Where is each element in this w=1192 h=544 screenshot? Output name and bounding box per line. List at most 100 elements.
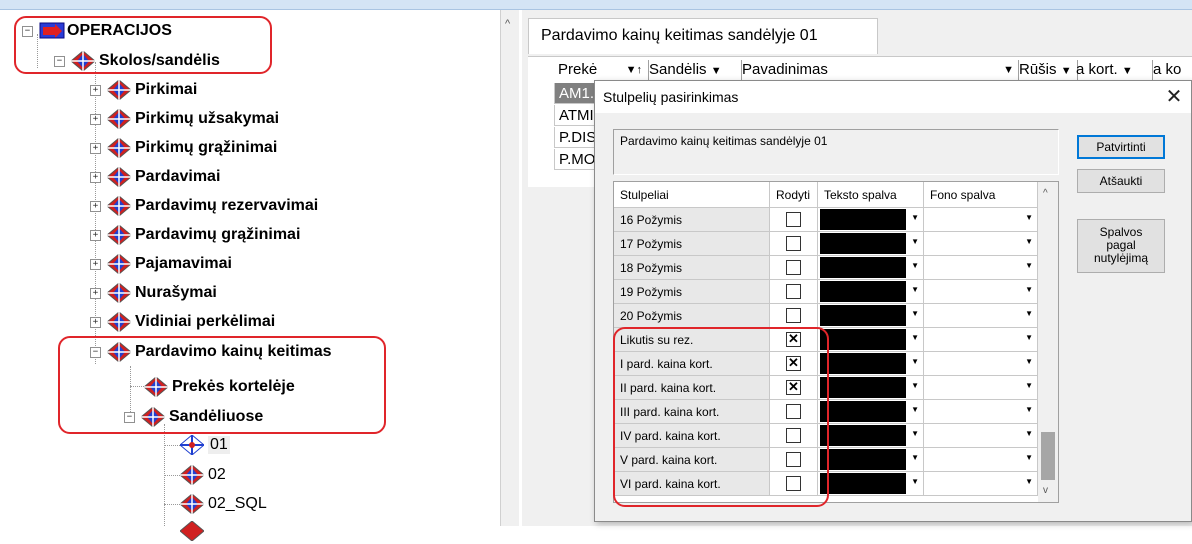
column-row[interactable]: 16 Požymis ▼ ▼	[614, 208, 1038, 232]
scroll-thumb[interactable]	[1041, 432, 1055, 480]
background-color-select[interactable]: ▼	[924, 400, 1038, 424]
dropdown-arrow-icon[interactable]: ▼	[1025, 357, 1033, 366]
text-color-select[interactable]: ▼	[818, 232, 924, 256]
dropdown-arrow-icon[interactable]: ▼	[911, 285, 919, 294]
text-color-select[interactable]: ▼	[818, 352, 924, 376]
column-row[interactable]: 19 Požymis ▼ ▼	[614, 280, 1038, 304]
scroll-up-icon[interactable]: ^	[1043, 188, 1048, 199]
background-color-select[interactable]: ▼	[924, 448, 1038, 472]
operations-tree[interactable]: − OPERACIJOS − Skolos/sandėlis + Pirkima…	[0, 10, 501, 541]
tree-node-01[interactable]: 01	[180, 432, 230, 458]
dropdown-arrow-icon[interactable]: ▼	[911, 309, 919, 318]
background-color-select[interactable]: ▼	[924, 328, 1038, 352]
tree-node-pirkimai[interactable]: + Pirkimai	[90, 77, 197, 103]
dialog-titlebar[interactable]: Stulpelių pasirinkimas ✕	[595, 81, 1191, 113]
checkbox-unchecked[interactable]	[786, 212, 801, 227]
expand-icon[interactable]: +	[90, 84, 101, 96]
dropdown-arrow-icon[interactable]: ▼	[911, 405, 919, 414]
checkbox-unchecked[interactable]	[786, 236, 801, 251]
background-color-select[interactable]: ▼	[924, 376, 1038, 400]
dropdown-arrow-icon[interactable]: ▼	[911, 213, 919, 222]
scroll-up-icon[interactable]: ^	[505, 18, 510, 30]
dropdown-arrow-icon[interactable]: ▼	[1025, 429, 1033, 438]
dropdown-arrow-icon[interactable]: ▼	[911, 237, 919, 246]
filter-icon[interactable]: ▼	[1122, 65, 1133, 77]
tree-scrollbar[interactable]: ^	[500, 10, 519, 526]
text-color-select[interactable]: ▼	[818, 256, 924, 280]
column-header-sandelis[interactable]: Sandėlis ▼	[645, 60, 742, 80]
text-color-select[interactable]: ▼	[818, 328, 924, 352]
background-color-select[interactable]: ▼	[924, 472, 1038, 496]
background-color-select[interactable]: ▼	[924, 208, 1038, 232]
expand-icon[interactable]: +	[90, 113, 101, 125]
text-color-select[interactable]: ▼	[818, 472, 924, 496]
dropdown-arrow-icon[interactable]: ▼	[1025, 453, 1033, 462]
dropdown-arrow-icon[interactable]: ▼	[1025, 285, 1033, 294]
dropdown-arrow-icon[interactable]: ▼	[1025, 477, 1033, 486]
column-header-rusis[interactable]: Rūšis ▼	[1015, 60, 1078, 80]
tree-node-pardavimu-rezervavimai[interactable]: + Pardavimų rezervavimai	[90, 193, 318, 219]
dropdown-arrow-icon[interactable]: ▼	[911, 333, 919, 342]
close-icon[interactable]: ✕	[1161, 84, 1187, 110]
tree-node-vidiniai-perkelimai[interactable]: + Vidiniai perkėlimai	[90, 309, 275, 335]
dropdown-arrow-icon[interactable]: ▼	[1025, 261, 1033, 270]
scroll-down-icon[interactable]: v	[1043, 485, 1048, 496]
dropdown-arrow-icon[interactable]: ▼	[1025, 213, 1033, 222]
checkbox-unchecked[interactable]	[786, 284, 801, 299]
expand-icon[interactable]: +	[90, 142, 101, 154]
background-color-select[interactable]: ▼	[924, 256, 1038, 280]
dropdown-arrow-icon[interactable]: ▼	[911, 261, 919, 270]
checkbox-unchecked[interactable]	[786, 308, 801, 323]
tree-node-pardavimai[interactable]: + Pardavimai	[90, 164, 220, 190]
dropdown-arrow-icon[interactable]: ▼	[1025, 405, 1033, 414]
expand-icon[interactable]: +	[90, 229, 101, 241]
expand-icon[interactable]: +	[90, 258, 101, 270]
text-color-select[interactable]: ▼	[818, 448, 924, 472]
column-header-a-ko[interactable]: a ko	[1151, 60, 1192, 80]
dropdown-arrow-icon[interactable]: ▼	[911, 477, 919, 486]
expand-icon[interactable]: +	[90, 171, 101, 183]
column-row[interactable]: 20 Požymis ▼ ▼	[614, 304, 1038, 328]
default-colors-button[interactable]: Spalvos pagal nutylėjimą	[1077, 219, 1165, 273]
tree-node-pirkimu-uzsakymai[interactable]: + Pirkimų užsakymai	[90, 106, 279, 132]
dropdown-arrow-icon[interactable]: ▼	[1025, 333, 1033, 342]
expand-icon[interactable]: +	[90, 287, 101, 299]
text-color-select[interactable]: ▼	[818, 208, 924, 232]
dropdown-arrow-icon[interactable]: ▼	[911, 357, 919, 366]
tree-node-pirkimu-grazinimai[interactable]: + Pirkimų grąžinimai	[90, 135, 277, 161]
text-color-select[interactable]: ▼	[818, 376, 924, 400]
column-header-pavadinimas[interactable]: Pavadinimas ▼	[738, 60, 1019, 80]
dropdown-arrow-icon[interactable]: ▼	[1025, 309, 1033, 318]
background-color-select[interactable]: ▼	[924, 232, 1038, 256]
column-header-preke[interactable]: Prekė ▼↑	[554, 60, 649, 80]
cancel-button[interactable]: Atšaukti	[1077, 169, 1165, 193]
text-color-select[interactable]: ▼	[818, 280, 924, 304]
dropdown-arrow-icon[interactable]: ▼	[1025, 237, 1033, 246]
column-row[interactable]: 17 Požymis ▼ ▼	[614, 232, 1038, 256]
column-row[interactable]: 18 Požymis ▼ ▼	[614, 256, 1038, 280]
confirm-button[interactable]: Patvirtinti	[1077, 135, 1165, 159]
dropdown-arrow-icon[interactable]: ▼	[911, 381, 919, 390]
filter-icon[interactable]: ▼	[1061, 65, 1072, 77]
text-color-select[interactable]: ▼	[818, 424, 924, 448]
background-color-select[interactable]: ▼	[924, 352, 1038, 376]
expand-icon[interactable]: +	[90, 200, 101, 212]
tree-node-pardavimu-grazinimai[interactable]: + Pardavimų grąžinimai	[90, 222, 300, 248]
column-header-a-kort[interactable]: a kort. ▼	[1074, 60, 1153, 80]
dropdown-arrow-icon[interactable]: ▼	[911, 453, 919, 462]
tree-node-pajamavimai[interactable]: + Pajamavimai	[90, 251, 232, 277]
tree-node-02-sql[interactable]: 02_SQL	[180, 491, 267, 517]
filter-icon[interactable]: ▼	[1003, 60, 1014, 80]
dropdown-arrow-icon[interactable]: ▼	[1025, 381, 1033, 390]
grid-tab-title[interactable]: Pardavimo kainų keitimas sandėlyje 01	[528, 18, 878, 54]
tree-node-02[interactable]: 02	[180, 462, 226, 488]
filter-icon[interactable]: ▼	[711, 65, 722, 77]
checkbox-unchecked[interactable]	[786, 260, 801, 275]
background-color-select[interactable]: ▼	[924, 424, 1038, 448]
tree-node-nurasymai[interactable]: + Nurašymai	[90, 280, 217, 306]
background-color-select[interactable]: ▼	[924, 280, 1038, 304]
columns-scrollbar[interactable]: ^ v	[1038, 182, 1058, 502]
sort-filter-icon[interactable]: ▼↑	[626, 60, 642, 80]
text-color-select[interactable]: ▼	[818, 304, 924, 328]
dropdown-arrow-icon[interactable]: ▼	[911, 429, 919, 438]
